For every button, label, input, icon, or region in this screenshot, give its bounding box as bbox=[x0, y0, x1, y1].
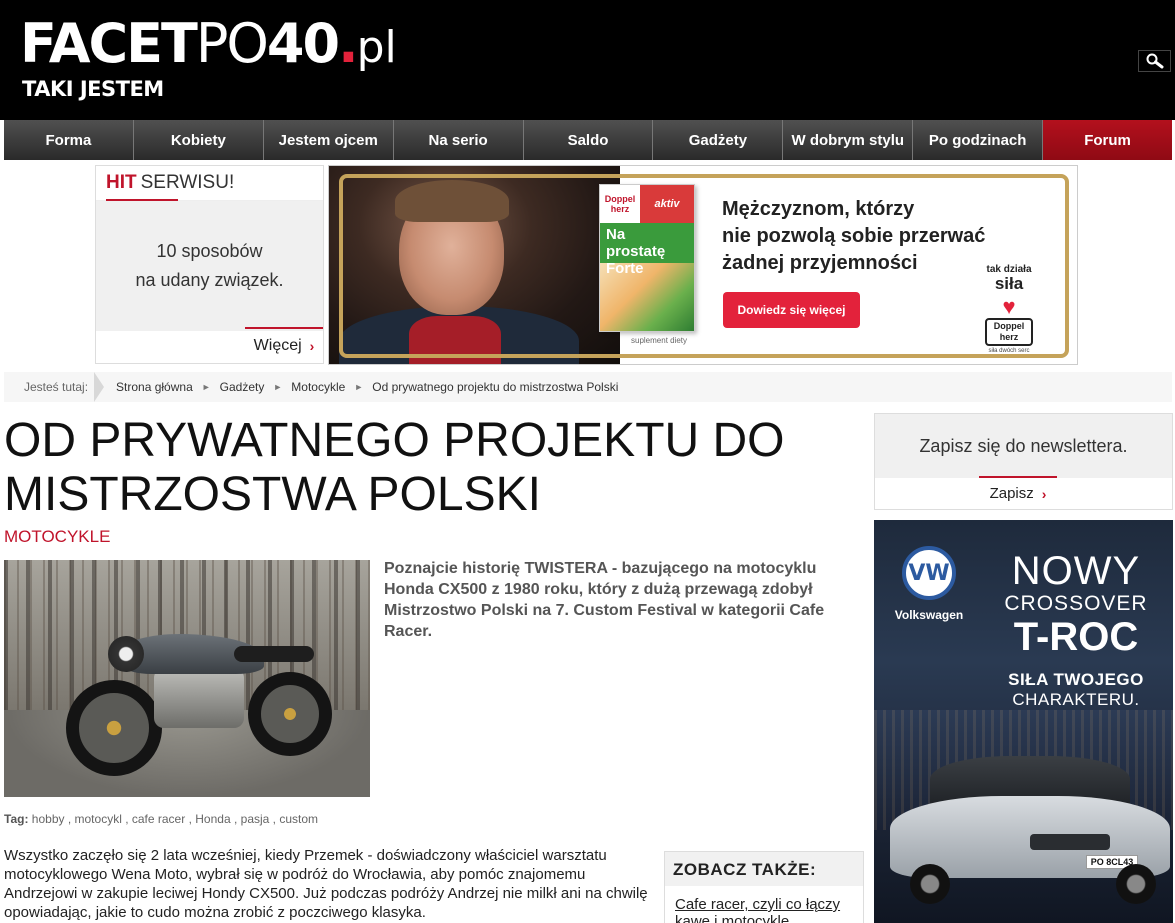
search-button[interactable] bbox=[1138, 50, 1171, 72]
nav-item-jestem-ojcem[interactable]: Jestem ojcem bbox=[263, 120, 394, 160]
hit-label: HIT bbox=[106, 172, 137, 193]
hit-serwisu-header: HIT SERWISU! bbox=[96, 166, 323, 201]
doppelherz-logo: Doppel herz bbox=[985, 318, 1033, 346]
see-also-link[interactable]: Cafe racer, czyli co łączy kawę i motocy… bbox=[665, 886, 863, 923]
tag-link[interactable]: pasja bbox=[241, 812, 270, 826]
tag-link[interactable]: motocykl bbox=[75, 812, 122, 826]
vw-ad-copy: NOWY CROSSOVER T-ROC SIŁA TWOJEGO CHARAK… bbox=[986, 550, 1166, 710]
see-also-box: ZOBACZ TAKŻE: Cafe racer, czyli co łączy… bbox=[664, 851, 864, 923]
vw-car-grille bbox=[1030, 834, 1110, 850]
vw-ad-line4: SIŁA TWOJEGO bbox=[1008, 670, 1144, 689]
nav-item-na-serio[interactable]: Na serio bbox=[393, 120, 524, 160]
breadcrumb-separator bbox=[94, 372, 105, 402]
photo-front-wheel bbox=[66, 680, 162, 776]
hit-teaser-line1: 10 sposobów bbox=[156, 241, 263, 261]
nav-item-forma[interactable]: Forma bbox=[4, 120, 134, 160]
breadcrumb-item-home[interactable]: Strona główna bbox=[116, 380, 193, 394]
ad-cta-button[interactable]: Dowiedz się więcej bbox=[723, 292, 860, 328]
breadcrumb-current: Od prywatnego projektu do mistrzostwa Po… bbox=[372, 380, 619, 394]
hit-more-button[interactable]: Więcej › bbox=[245, 327, 323, 363]
chevron-right-icon: › bbox=[309, 338, 315, 354]
logo-tagline: TAKI JESTEM bbox=[22, 77, 164, 101]
photo-seat bbox=[234, 646, 314, 662]
product-box-name: Na prostatę Forte bbox=[600, 223, 694, 277]
ad-suplement-note: suplement diety bbox=[631, 336, 688, 345]
hit-more-label: Więcej bbox=[253, 337, 302, 354]
search-icon bbox=[1146, 53, 1163, 69]
ad-headline-line2: nie pozwolą sobie przerwać bbox=[722, 225, 986, 247]
article-lead: Poznajcie historię TWISTERA - bazującego… bbox=[384, 560, 825, 640]
article-body: Wszystko zaczęło się 2 lata wcześniej, k… bbox=[4, 847, 648, 921]
vw-ad-line1: NOWY bbox=[1011, 549, 1141, 593]
volkswagen-logo: VW bbox=[902, 546, 956, 600]
main-nav: Forma Kobiety Jestem ojcem Na serio Sald… bbox=[4, 120, 1173, 160]
arrow-right-icon: ► bbox=[273, 382, 283, 392]
vw-car-image: PO 8CL43 bbox=[890, 756, 1170, 904]
article-category[interactable]: MOTOCYKLE bbox=[4, 527, 110, 547]
vw-car-wheel bbox=[1116, 864, 1156, 904]
serwisu-label: SERWISU! bbox=[140, 172, 235, 193]
ad-headline-line1: Mężczyznom, którzy bbox=[722, 198, 915, 220]
hit-serwisu-teaser[interactable]: 10 sposobów na udany związek. bbox=[96, 201, 323, 331]
site-header: FACETPO40.pl TAKI JESTEM bbox=[0, 0, 1175, 120]
logo-wordmark: FACETPO40.pl bbox=[20, 12, 397, 75]
newsletter-text: Zapisz się do newslettera. bbox=[875, 414, 1172, 478]
tags-label: Tag: bbox=[4, 812, 29, 826]
arrow-right-icon: ► bbox=[201, 382, 211, 392]
article-tags: Tag: hobby , motocykl , cafe racer , Hon… bbox=[4, 812, 319, 826]
vw-ad-line2: CROSSOVER bbox=[1004, 592, 1148, 615]
breadcrumb-item-gadzety[interactable]: Gadżety bbox=[220, 380, 265, 394]
newsletter-subscribe-button[interactable]: Zapisz › bbox=[979, 476, 1057, 509]
tag-link[interactable]: cafe racer bbox=[132, 812, 185, 826]
hit-underline bbox=[106, 199, 178, 201]
nav-item-saldo[interactable]: Saldo bbox=[523, 120, 654, 160]
product-box-aktiv: aktiv bbox=[640, 185, 694, 223]
vw-ad-line3: T-ROC bbox=[1013, 615, 1139, 659]
vw-ad-line5: CHARAKTERU. bbox=[1012, 690, 1140, 709]
product-box: Doppel herz aktiv Na prostatę Forte bbox=[599, 184, 695, 332]
heart-icon: ♥ bbox=[1002, 294, 1016, 319]
ad-brand-line2: siła bbox=[994, 274, 1024, 293]
see-also-title: ZOBACZ TAKŻE: bbox=[665, 852, 863, 886]
ad-brand-tag: siła dwóch serc bbox=[988, 348, 1030, 354]
newsletter-button-label: Zapisz bbox=[989, 485, 1034, 502]
site-logo[interactable]: FACETPO40.pl TAKI JESTEM bbox=[20, 12, 397, 101]
product-box-brand: Doppel herz bbox=[600, 185, 640, 223]
nav-item-w-dobrym-stylu[interactable]: W dobrym stylu bbox=[783, 120, 914, 160]
tag-link[interactable]: custom bbox=[279, 812, 318, 826]
ad-banner-doppelherz[interactable]: Doppel herz aktiv Na prostatę Forte supl… bbox=[328, 165, 1078, 365]
breadcrumb: Jesteś tutaj: Strona główna ► Gadżety ► … bbox=[4, 372, 1172, 402]
chevron-right-icon: › bbox=[1041, 485, 1047, 502]
breadcrumb-item-motocykle[interactable]: Motocykle bbox=[291, 380, 345, 394]
hit-teaser-line2: na udany związek. bbox=[135, 270, 284, 290]
volkswagen-brand-label: Volkswagen bbox=[894, 608, 964, 622]
hit-serwisu-box: HIT SERWISU! 10 sposobów na udany związe… bbox=[95, 165, 324, 364]
ad-volkswagen-troc[interactable]: VW Volkswagen NOWY CROSSOVER T-ROC SIŁA … bbox=[874, 520, 1173, 923]
nav-item-forum[interactable]: Forum bbox=[1043, 120, 1173, 160]
nav-item-gadzety[interactable]: Gadżety bbox=[653, 120, 784, 160]
tag-link[interactable]: hobby bbox=[32, 812, 65, 826]
ad-headline-line3: żadnej przyjemności bbox=[722, 252, 918, 274]
arrow-right-icon: ► bbox=[354, 382, 364, 392]
page: FACETPO40.pl TAKI JESTEM Forma Kobiety J… bbox=[0, 0, 1175, 923]
article-photo bbox=[4, 560, 370, 797]
photo-rear-wheel bbox=[248, 672, 332, 756]
vw-car-wheel bbox=[910, 864, 950, 904]
ad-brand-block: tak działa siła ♥ Doppel herz siła dwóch… bbox=[979, 264, 1039, 354]
photo-engine bbox=[154, 668, 244, 728]
breadcrumb-label: Jesteś tutaj: bbox=[24, 380, 89, 394]
nav-item-po-godzinach[interactable]: Po godzinach bbox=[913, 120, 1044, 160]
article-title: OD PRYWATNEGO PROJEKTU DO MISTRZOSTWA PO… bbox=[4, 414, 785, 521]
newsletter-box: Zapisz się do newslettera. Zapisz › bbox=[874, 413, 1173, 510]
nav-item-kobiety[interactable]: Kobiety bbox=[133, 120, 264, 160]
ad-headline: Mężczyznom, którzy nie pozwolą sobie prz… bbox=[722, 196, 985, 277]
tag-link[interactable]: Honda bbox=[195, 812, 230, 826]
photo-headlight bbox=[108, 636, 144, 672]
